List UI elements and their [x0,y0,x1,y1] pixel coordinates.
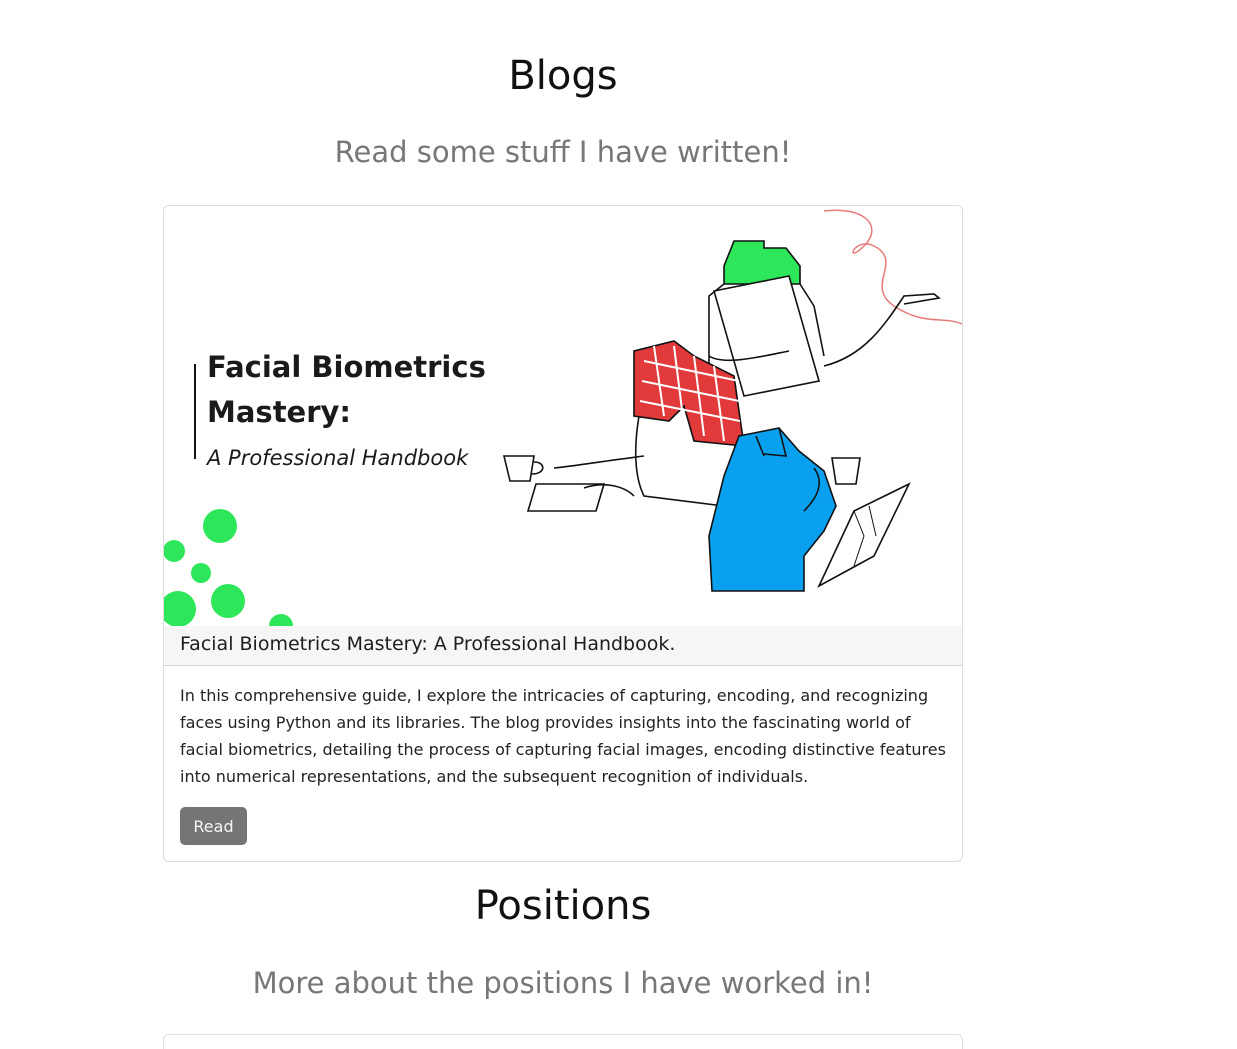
cover-title-line1: Facial Biometrics [207,350,486,384]
read-button[interactable]: Read [180,807,247,845]
blog-card-title: Facial Biometrics Mastery: A Professiona… [164,626,962,666]
illustration-person-box [502,240,941,512]
illustration-person-blue [708,427,911,592]
blog-card-description: In this comprehensive guide, I explore t… [180,686,946,786]
blogs-subtitle: Read some stuff I have written! [334,135,792,169]
position-card [163,1034,963,1049]
positions-heading: Positions [474,883,652,929]
page: Blogs Read some stuff I have written! Fa… [0,0,1237,1049]
cover-subtitle: A Professional Handbook [205,446,469,470]
cover-title-line2: Mastery: [207,395,351,429]
blog-cover-illustration: Facial Biometrics Mastery: A Professiona… [164,209,962,626]
blog-cover-image: Facial Biometrics Mastery: A Professiona… [164,206,962,626]
decorative-dots [164,509,293,626]
blog-card: Facial Biometrics Mastery: A Professiona… [163,205,963,862]
positions-subtitle: More about the positions I have worked i… [252,966,874,1000]
blogs-heading: Blogs [508,53,618,99]
